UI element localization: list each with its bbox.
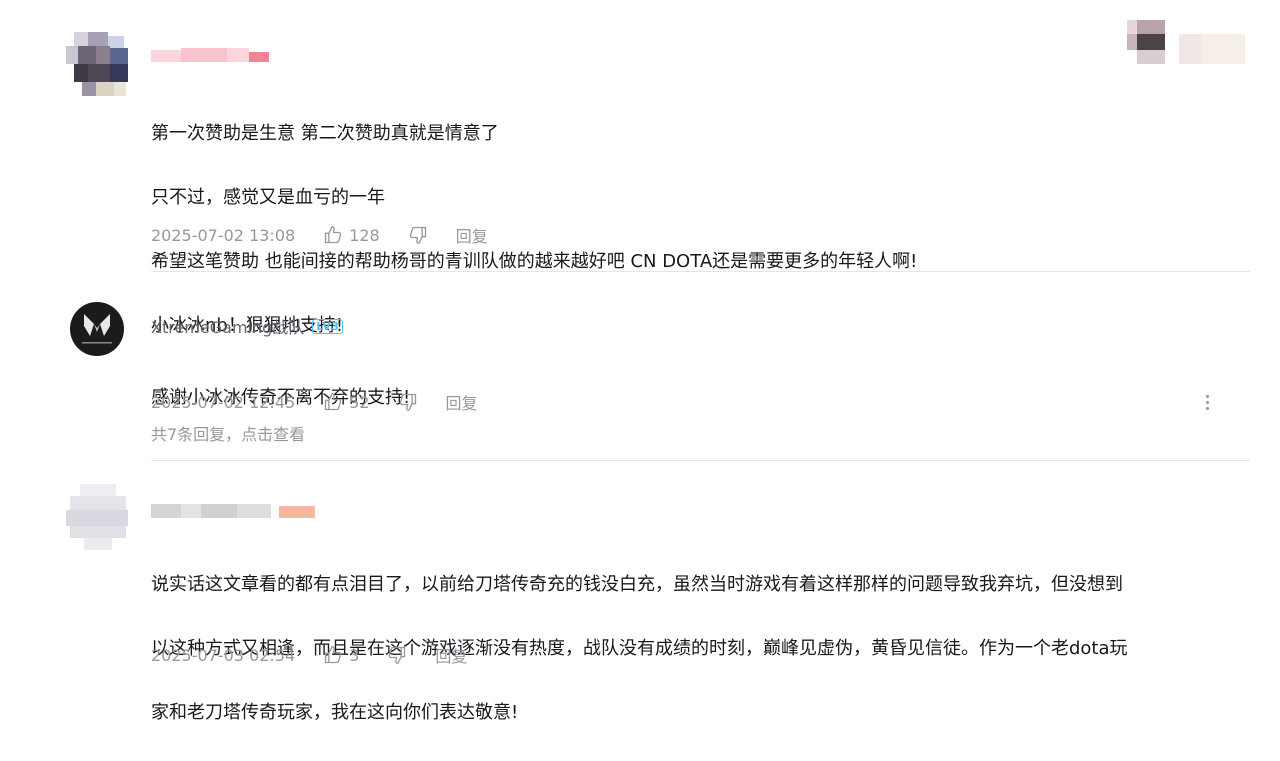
timestamp: 2025-07-02 13:08 xyxy=(151,225,296,245)
username[interactable] xyxy=(151,46,271,64)
username[interactable]: XtremeGaming战队 xyxy=(151,314,304,338)
username-row: XtremeGaming战队 LV3 xyxy=(151,314,344,338)
avatar[interactable] xyxy=(66,32,128,98)
reply-button[interactable]: 回复 xyxy=(456,223,488,247)
like-count: 52 xyxy=(349,392,370,412)
comment-line: 第一次赞助是生意 第二次赞助真就是情意了 xyxy=(151,123,499,144)
like-count: 128 xyxy=(349,225,380,245)
comment-meta: 2025-07-02 13:08 128 回复 xyxy=(151,223,488,247)
username[interactable] xyxy=(151,500,321,520)
like-count: 3 xyxy=(349,645,360,665)
thumbs-up-icon xyxy=(325,646,342,664)
dislike-button[interactable] xyxy=(387,645,407,665)
avatar[interactable] xyxy=(70,302,124,356)
thumbs-up-icon xyxy=(325,393,342,411)
comment-line: 家和老刀塔传奇玩家，我在这向你们表达敬意! xyxy=(151,702,519,723)
like-button[interactable]: 128 xyxy=(323,225,380,245)
thumbs-down-icon xyxy=(409,226,426,244)
avatar[interactable] xyxy=(66,484,130,550)
level-badge: LV3 xyxy=(312,318,344,334)
divider xyxy=(151,271,1250,272)
blurred-user-card xyxy=(1127,20,1247,66)
dislike-button[interactable] xyxy=(408,225,428,245)
comment-line: 说实话这文章看的都有点泪目了，以前给刀塔传奇充的钱没白充，虽然当时游戏有着这样那… xyxy=(151,574,1123,595)
divider xyxy=(151,460,1250,461)
comment-line: 只不过，感觉又是血亏的一年 xyxy=(151,187,385,208)
view-replies-link[interactable]: 共7条回复，点击查看 xyxy=(151,421,305,445)
dislike-button[interactable] xyxy=(398,392,418,412)
comment-line: 希望这笔赞助 也能间接的帮助杨哥的青训队做的越来越好吧 CN DOTA还是需要更… xyxy=(151,251,918,272)
timestamp: 2025-07-03 02:54 xyxy=(151,645,296,665)
reply-button[interactable]: 回复 xyxy=(446,390,478,414)
thumbs-down-icon xyxy=(389,646,406,664)
reply-button[interactable]: 回复 xyxy=(435,643,467,667)
xg-logo-icon xyxy=(82,314,112,344)
like-button[interactable]: 52 xyxy=(323,392,370,412)
thumbs-down-icon xyxy=(399,393,416,411)
comment-meta: 2025-07-02 12:45 52 回复 xyxy=(151,390,478,414)
timestamp: 2025-07-02 12:45 xyxy=(151,392,296,412)
thumbs-up-icon xyxy=(325,226,342,244)
like-button[interactable]: 3 xyxy=(323,645,359,665)
more-options-icon[interactable] xyxy=(1198,391,1216,413)
comment-meta: 2025-07-03 02:54 3 回复 xyxy=(151,643,467,667)
